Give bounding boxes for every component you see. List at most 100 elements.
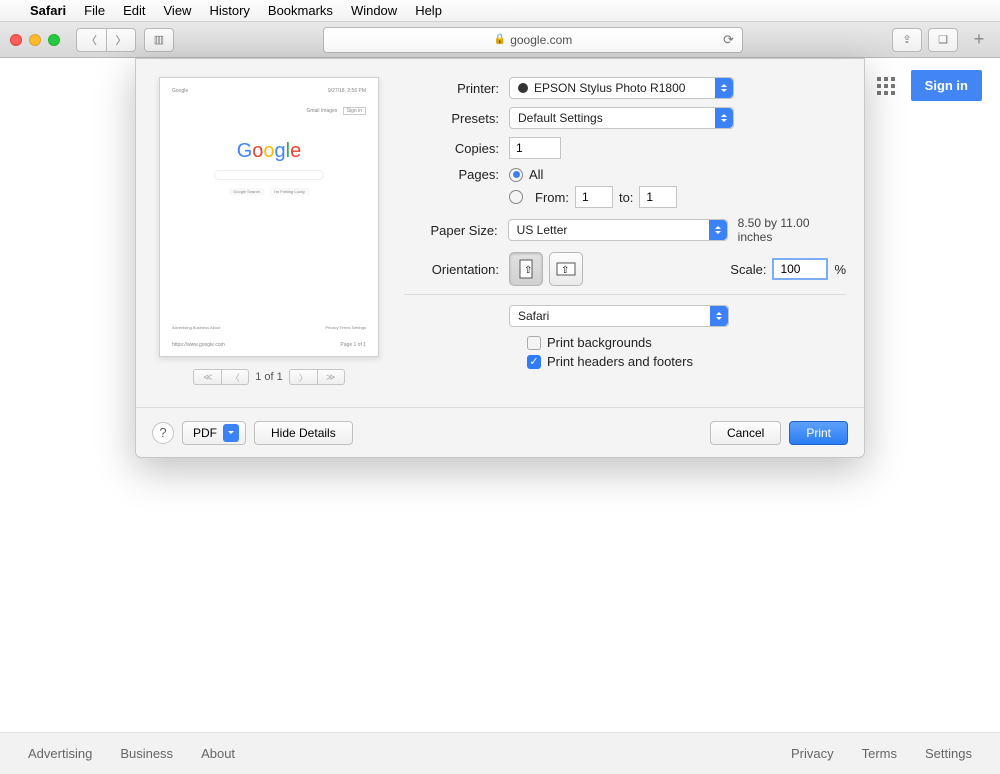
footer-advertising[interactable]: Advertising [28,746,92,761]
divider [404,294,846,295]
pages-range-radio[interactable] [509,190,523,204]
chevron-updown-icon [715,78,733,98]
copies-input[interactable] [509,137,561,159]
signin-button[interactable]: Sign in [911,70,982,101]
pages-all-radio[interactable] [509,168,523,182]
preview-gmail-images: Gmail Images [306,108,337,114]
back-button[interactable]: 〈 [76,28,106,52]
print-backgrounds-checkbox[interactable] [527,336,541,350]
close-window-icon[interactable] [10,34,22,46]
scale-label: Scale: [730,262,766,277]
paper-dimensions: 8.50 by 11.00 inches [738,216,846,244]
pages-all-label: All [529,167,543,182]
chevron-updown-icon [715,108,733,128]
sidebar-button[interactable]: ▥ [144,28,174,52]
paper-size-label: Paper Size: [404,223,498,238]
preview-footer-links-right: Privacy Terms Settings [325,325,366,330]
window-controls [10,34,60,46]
pages-to-input[interactable] [639,186,677,208]
orientation-label: Orientation: [404,262,499,277]
portrait-icon: ⇧ [517,258,535,280]
preview-footer-links-left: Advertising Business About [172,325,220,330]
next-page-button[interactable]: 〉 [289,369,317,385]
macos-menubar: Safari File Edit View History Bookmarks … [0,0,1000,22]
menu-bookmarks[interactable]: Bookmarks [268,3,333,18]
pages-from-label: From: [535,190,569,205]
presets-select[interactable]: Default Settings [509,107,734,129]
zoom-window-icon[interactable] [48,34,60,46]
print-dialog-footer: ? PDF Hide Details Cancel Print [136,407,864,457]
chevron-down-icon [223,424,239,442]
pdf-menu-button[interactable]: PDF [182,421,246,445]
app-options-select[interactable]: Safari [509,305,729,327]
presets-label: Presets: [404,111,499,126]
paper-size-select[interactable]: US Letter [508,219,728,241]
app-name[interactable]: Safari [30,3,66,18]
cancel-button[interactable]: Cancel [710,421,781,445]
footer-privacy[interactable]: Privacy [791,746,834,761]
footer-business[interactable]: Business [120,746,173,761]
paper-size-value: US Letter [517,223,568,237]
print-headers-footers-checkbox[interactable]: ✓ [527,355,541,369]
share-button[interactable]: ⇪ [892,28,922,52]
prev-page-button[interactable]: 〈 [221,369,249,385]
printer-select[interactable]: EPSON Stylus Photo R1800 [509,77,734,99]
help-button[interactable]: ? [152,422,174,444]
preview-header-right: 9/27/18, 2:56 PM [328,88,366,94]
print-dialog: Google 9/27/18, 2:56 PM Gmail Images Sig… [135,58,865,458]
preview-url: https://www.google.com [172,342,225,348]
footer-about[interactable]: About [201,746,235,761]
print-headers-footers-label: Print headers and footers [547,354,693,369]
hide-details-button[interactable]: Hide Details [254,421,353,445]
preview-pager: ≪ 〈 1 of 1 〉 ≫ [193,369,345,385]
pages-label: Pages: [404,167,499,182]
preview-page-counter: Page 1 of 1 [340,342,366,348]
print-preview-page: Google 9/27/18, 2:56 PM Gmail Images Sig… [159,77,379,357]
new-tab-button[interactable]: + [968,29,990,50]
app-options-value: Safari [518,309,549,323]
nav-back-forward: 〈 〉 [76,28,136,52]
preview-search-box [214,170,324,180]
google-footer: Advertising Business About Privacy Terms… [0,732,1000,774]
google-apps-icon[interactable] [877,77,895,95]
print-form: Printer: EPSON Stylus Photo R1800 Preset… [404,77,846,389]
print-button[interactable]: Print [789,421,848,445]
footer-settings[interactable]: Settings [925,746,972,761]
menu-help[interactable]: Help [415,3,442,18]
orientation-portrait-button[interactable]: ⇧ [509,252,543,286]
google-header-right: Sign in [877,70,982,101]
scale-input[interactable] [772,258,828,280]
orientation-landscape-button[interactable]: ⇧ [549,252,583,286]
preview-search-buttons: Google Search I'm Feeling Lucky [229,188,309,195]
preview-google-logo: Google [160,140,378,163]
printer-status-icon [518,83,528,93]
footer-terms[interactable]: Terms [862,746,897,761]
pdf-label: PDF [193,426,217,440]
printer-value: EPSON Stylus Photo R1800 [534,81,685,95]
svg-text:⇧: ⇧ [524,265,532,276]
menu-edit[interactable]: Edit [123,3,145,18]
chevron-updown-icon [709,220,727,240]
landscape-icon: ⇧ [555,260,577,278]
forward-button[interactable]: 〉 [106,28,136,52]
minimize-window-icon[interactable] [29,34,41,46]
url-text: google.com [510,33,572,47]
menu-file[interactable]: File [84,3,105,18]
reload-icon[interactable]: ⟳ [723,32,734,48]
safari-toolbar: 〈 〉 ▥ 🔒 google.com ⟳ ⇪ ❏ + [0,22,1000,58]
pages-to-label: to: [619,190,633,205]
menu-window[interactable]: Window [351,3,397,18]
menu-view[interactable]: View [164,3,192,18]
pages-from-input[interactable] [575,186,613,208]
menu-history[interactable]: History [209,3,249,18]
last-page-button[interactable]: ≫ [317,369,345,385]
tabs-button[interactable]: ❏ [928,28,958,52]
scale-percent: % [834,262,846,277]
print-backgrounds-label: Print backgrounds [547,335,652,350]
printer-label: Printer: [404,81,499,96]
address-bar[interactable]: 🔒 google.com ⟳ [323,27,743,53]
svg-text:⇧: ⇧ [561,265,569,276]
first-page-button[interactable]: ≪ [193,369,221,385]
lock-icon: 🔒 [494,34,506,45]
chevron-updown-icon [710,306,728,326]
